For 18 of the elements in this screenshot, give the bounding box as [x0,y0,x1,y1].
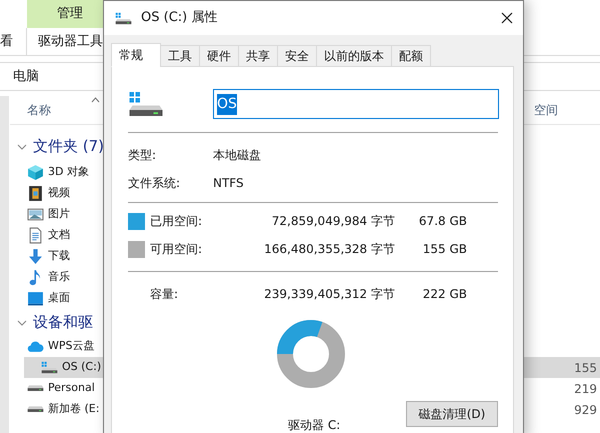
size-cell-text: 219 [574,380,597,398]
property-label: 文件系统: [128,175,182,192]
size-value: 67.8 GB [418,213,467,230]
property-label: 类型: [128,147,158,164]
size-value: 155 GB [422,241,467,258]
size-cell-text: 155 [574,360,597,376]
property-value: NTFS [213,175,244,192]
space-label: 可用空间: [150,241,204,258]
size-value: 222 GB [422,286,467,303]
space-label: 已用空间: [150,213,204,230]
byte-count: 239,339,405,312 字节 [263,286,395,303]
space-label: 容量: [150,286,180,303]
byte-count: 72,859,049,984 字节 [270,213,395,230]
size-cell-text: 929 [574,402,597,418]
drive-label: 驱动器 C: [288,417,340,433]
byte-count: 166,480,355,328 字节 [263,241,395,258]
property-value: 本地磁盘 [213,147,261,164]
address-text: 电脑 [13,68,39,86]
